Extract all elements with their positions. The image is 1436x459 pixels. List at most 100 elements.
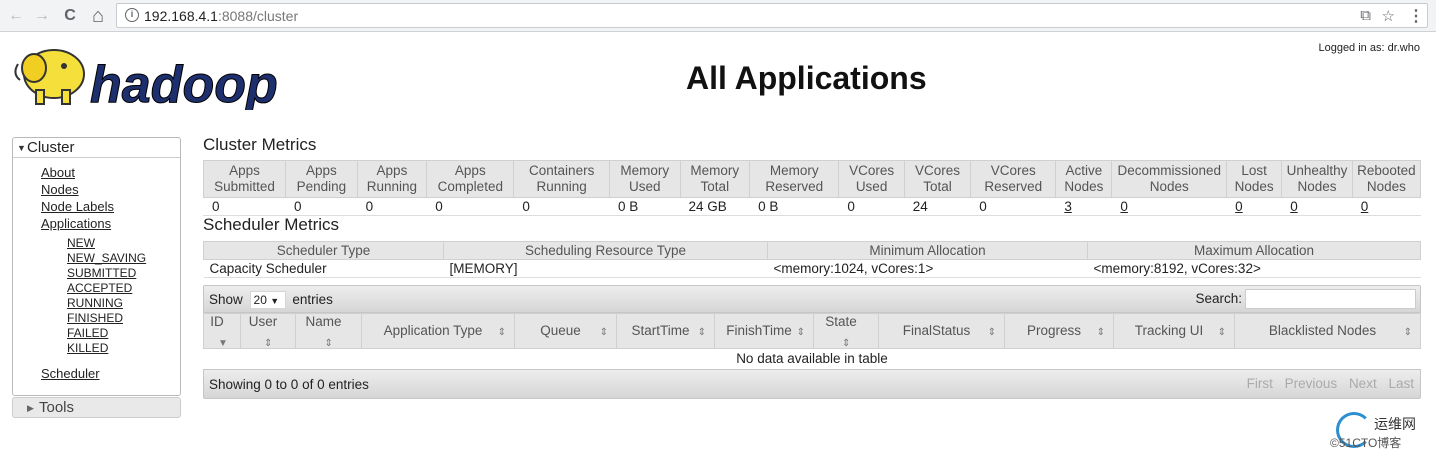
sort-icon: ⇕: [1403, 327, 1412, 338]
reload-icon[interactable]: C: [60, 6, 80, 26]
metrics-value: 0: [294, 199, 302, 214]
sidebar-cluster-header[interactable]: ▼ Cluster: [13, 138, 180, 158]
metrics-node-count-link[interactable]: 0: [1235, 199, 1243, 214]
metrics-cell: 0: [838, 197, 905, 216]
metrics-node-count-link[interactable]: 0: [1361, 199, 1369, 214]
translate-icon[interactable]: ⧉: [1360, 7, 1371, 24]
pager-previous[interactable]: Previous: [1285, 376, 1338, 391]
metrics-cell: 0: [1351, 197, 1421, 216]
apps-header-text: Tracking UI: [1134, 323, 1204, 338]
apps-header-text: ID: [210, 314, 224, 329]
metrics-col-header: Active Nodes: [1055, 160, 1113, 198]
pager-first[interactable]: First: [1247, 376, 1273, 391]
metrics-cell: 3: [1055, 197, 1112, 216]
sort-icon: ⇕: [987, 327, 996, 338]
metrics-col-header: VCores Total: [903, 160, 972, 198]
state-link-new[interactable]: NEW: [67, 236, 146, 251]
state-link-finished[interactable]: FINISHED: [67, 311, 146, 326]
apps-col-header[interactable]: Blacklisted Nodes ⇕: [1234, 313, 1421, 349]
address-bar[interactable]: i 192.168.4.1:8088/cluster ⧉ ☆: [116, 3, 1428, 28]
metrics-header-text: Nodes: [1149, 179, 1189, 194]
forward-icon[interactable]: →: [32, 6, 52, 26]
apps-header-text: Queue: [540, 323, 581, 338]
sort-icon: ⇕: [1217, 327, 1226, 338]
site-info-icon[interactable]: i: [125, 8, 139, 22]
apps-col-header[interactable]: State ⇕: [813, 313, 879, 349]
state-link-running[interactable]: RUNNING: [67, 296, 146, 311]
sidebar-tools-header[interactable]: ▶ Tools: [12, 397, 181, 418]
pager-last[interactable]: Last: [1388, 376, 1414, 391]
metrics-header-text: Memory: [769, 163, 819, 178]
page-size-select[interactable]: 20 ▼: [249, 291, 286, 309]
metrics-value: 0: [522, 199, 530, 214]
apps-col-header[interactable]: ID ▼: [203, 313, 241, 349]
apps-col-header[interactable]: User ⇕: [240, 313, 296, 349]
apps-col-header[interactable]: Application Type ⇕: [361, 313, 515, 349]
apps-col-header[interactable]: FinishTime ⇕: [714, 313, 814, 349]
metrics-header-text: Unhealthy: [1286, 163, 1348, 178]
empty-table-message: No data available in table: [736, 351, 888, 367]
sidebar-link-about[interactable]: About: [41, 164, 114, 181]
metrics-node-count-link[interactable]: 3: [1064, 199, 1072, 214]
watermark-line2: ©51CTO博客: [1330, 436, 1402, 450]
app-state-links: NEW NEW_SAVING SUBMITTED ACCEPTED RUNNIN…: [67, 236, 146, 356]
metrics-cell: 0: [970, 197, 1056, 216]
metrics-value: 0: [212, 199, 220, 214]
metrics-node-count-link[interactable]: 0: [1120, 199, 1128, 214]
entries-label: entries: [292, 292, 333, 307]
collapse-triangle-icon: ▶: [27, 403, 34, 413]
watermark-line1: 运维网: [1374, 416, 1416, 432]
browser-toolbar: ← → C ⌂ i 192.168.4.1:8088/cluster ⧉ ☆ ⋮: [0, 0, 1436, 32]
bookmark-star-icon[interactable]: ☆: [1382, 7, 1395, 25]
page-title: All Applications: [686, 60, 927, 96]
search-input[interactable]: [1245, 289, 1416, 309]
state-link-accepted[interactable]: ACCEPTED: [67, 281, 146, 296]
metrics-header-text: Memory: [690, 163, 740, 178]
state-link-killed[interactable]: KILLED: [67, 341, 146, 356]
metrics-node-count-link[interactable]: 0: [1290, 199, 1298, 214]
metrics-col-header: Memory Reserved: [749, 160, 840, 198]
sched-col-header: Minimum Allocation: [767, 241, 1088, 260]
apps-header-text: State: [825, 314, 857, 329]
apps-col-header[interactable]: Queue ⇕: [514, 313, 617, 349]
metrics-header-text: Pending: [296, 179, 347, 194]
back-icon[interactable]: ←: [6, 6, 26, 26]
hadoop-logo[interactable]: hadoop: [12, 40, 312, 115]
metrics-header-text: Used: [628, 179, 661, 194]
apps-table-footer: Showing 0 to 0 of 0 entries First Previo…: [203, 369, 1421, 399]
pager-next[interactable]: Next: [1349, 376, 1377, 391]
metrics-header-text: Used: [855, 179, 888, 194]
browser-menu-icon[interactable]: ⋮: [1408, 6, 1424, 26]
metrics-col-header: VCores Used: [838, 160, 905, 198]
metrics-header-text: VCores: [990, 163, 1036, 178]
apps-header-text: FinalStatus: [902, 323, 971, 338]
home-icon[interactable]: ⌂: [88, 6, 108, 26]
apps-col-header[interactable]: StartTime ⇕: [616, 313, 715, 349]
metrics-value: 0: [365, 199, 374, 214]
metrics-header-text: Apps: [305, 163, 337, 178]
metrics-cell: 0: [426, 197, 514, 216]
apps-col-header[interactable]: Progress ⇕: [1004, 313, 1114, 349]
metrics-header-text: VCores: [849, 163, 895, 178]
apps-col-header[interactable]: Name ⇕: [295, 313, 362, 349]
state-link-failed[interactable]: FAILED: [67, 326, 146, 341]
metrics-value: 0: [979, 199, 987, 214]
sort-icon: ⇕: [264, 338, 273, 349]
sidebar-link-nodes[interactable]: Nodes: [41, 181, 114, 198]
state-link-submitted[interactable]: SUBMITTED: [67, 266, 146, 281]
sidebar-link-scheduler[interactable]: Scheduler: [41, 366, 100, 381]
url-text[interactable]: 192.168.4.1:8088/cluster: [144, 8, 298, 24]
sidebar-link-node-labels[interactable]: Node Labels: [41, 198, 114, 215]
metrics-header-text: Reserved: [984, 179, 1043, 194]
metrics-col-header: Apps Submitted: [202, 160, 287, 198]
state-link-new-saving[interactable]: NEW_SAVING: [67, 251, 146, 266]
metrics-header-text: Total: [700, 179, 730, 194]
metrics-cell: 0: [202, 197, 286, 216]
sidebar-link-applications[interactable]: Applications: [41, 215, 114, 232]
apps-col-header[interactable]: FinalStatus ⇕: [878, 313, 1005, 349]
apps-col-header[interactable]: Tracking UI ⇕: [1113, 313, 1235, 349]
page-size-value: 20: [253, 293, 267, 307]
metrics-col-header: Memory Total: [679, 160, 751, 198]
sched-cell: <memory:8192, vCores:32>: [1087, 259, 1421, 278]
metrics-header-text: Memory: [620, 163, 670, 178]
